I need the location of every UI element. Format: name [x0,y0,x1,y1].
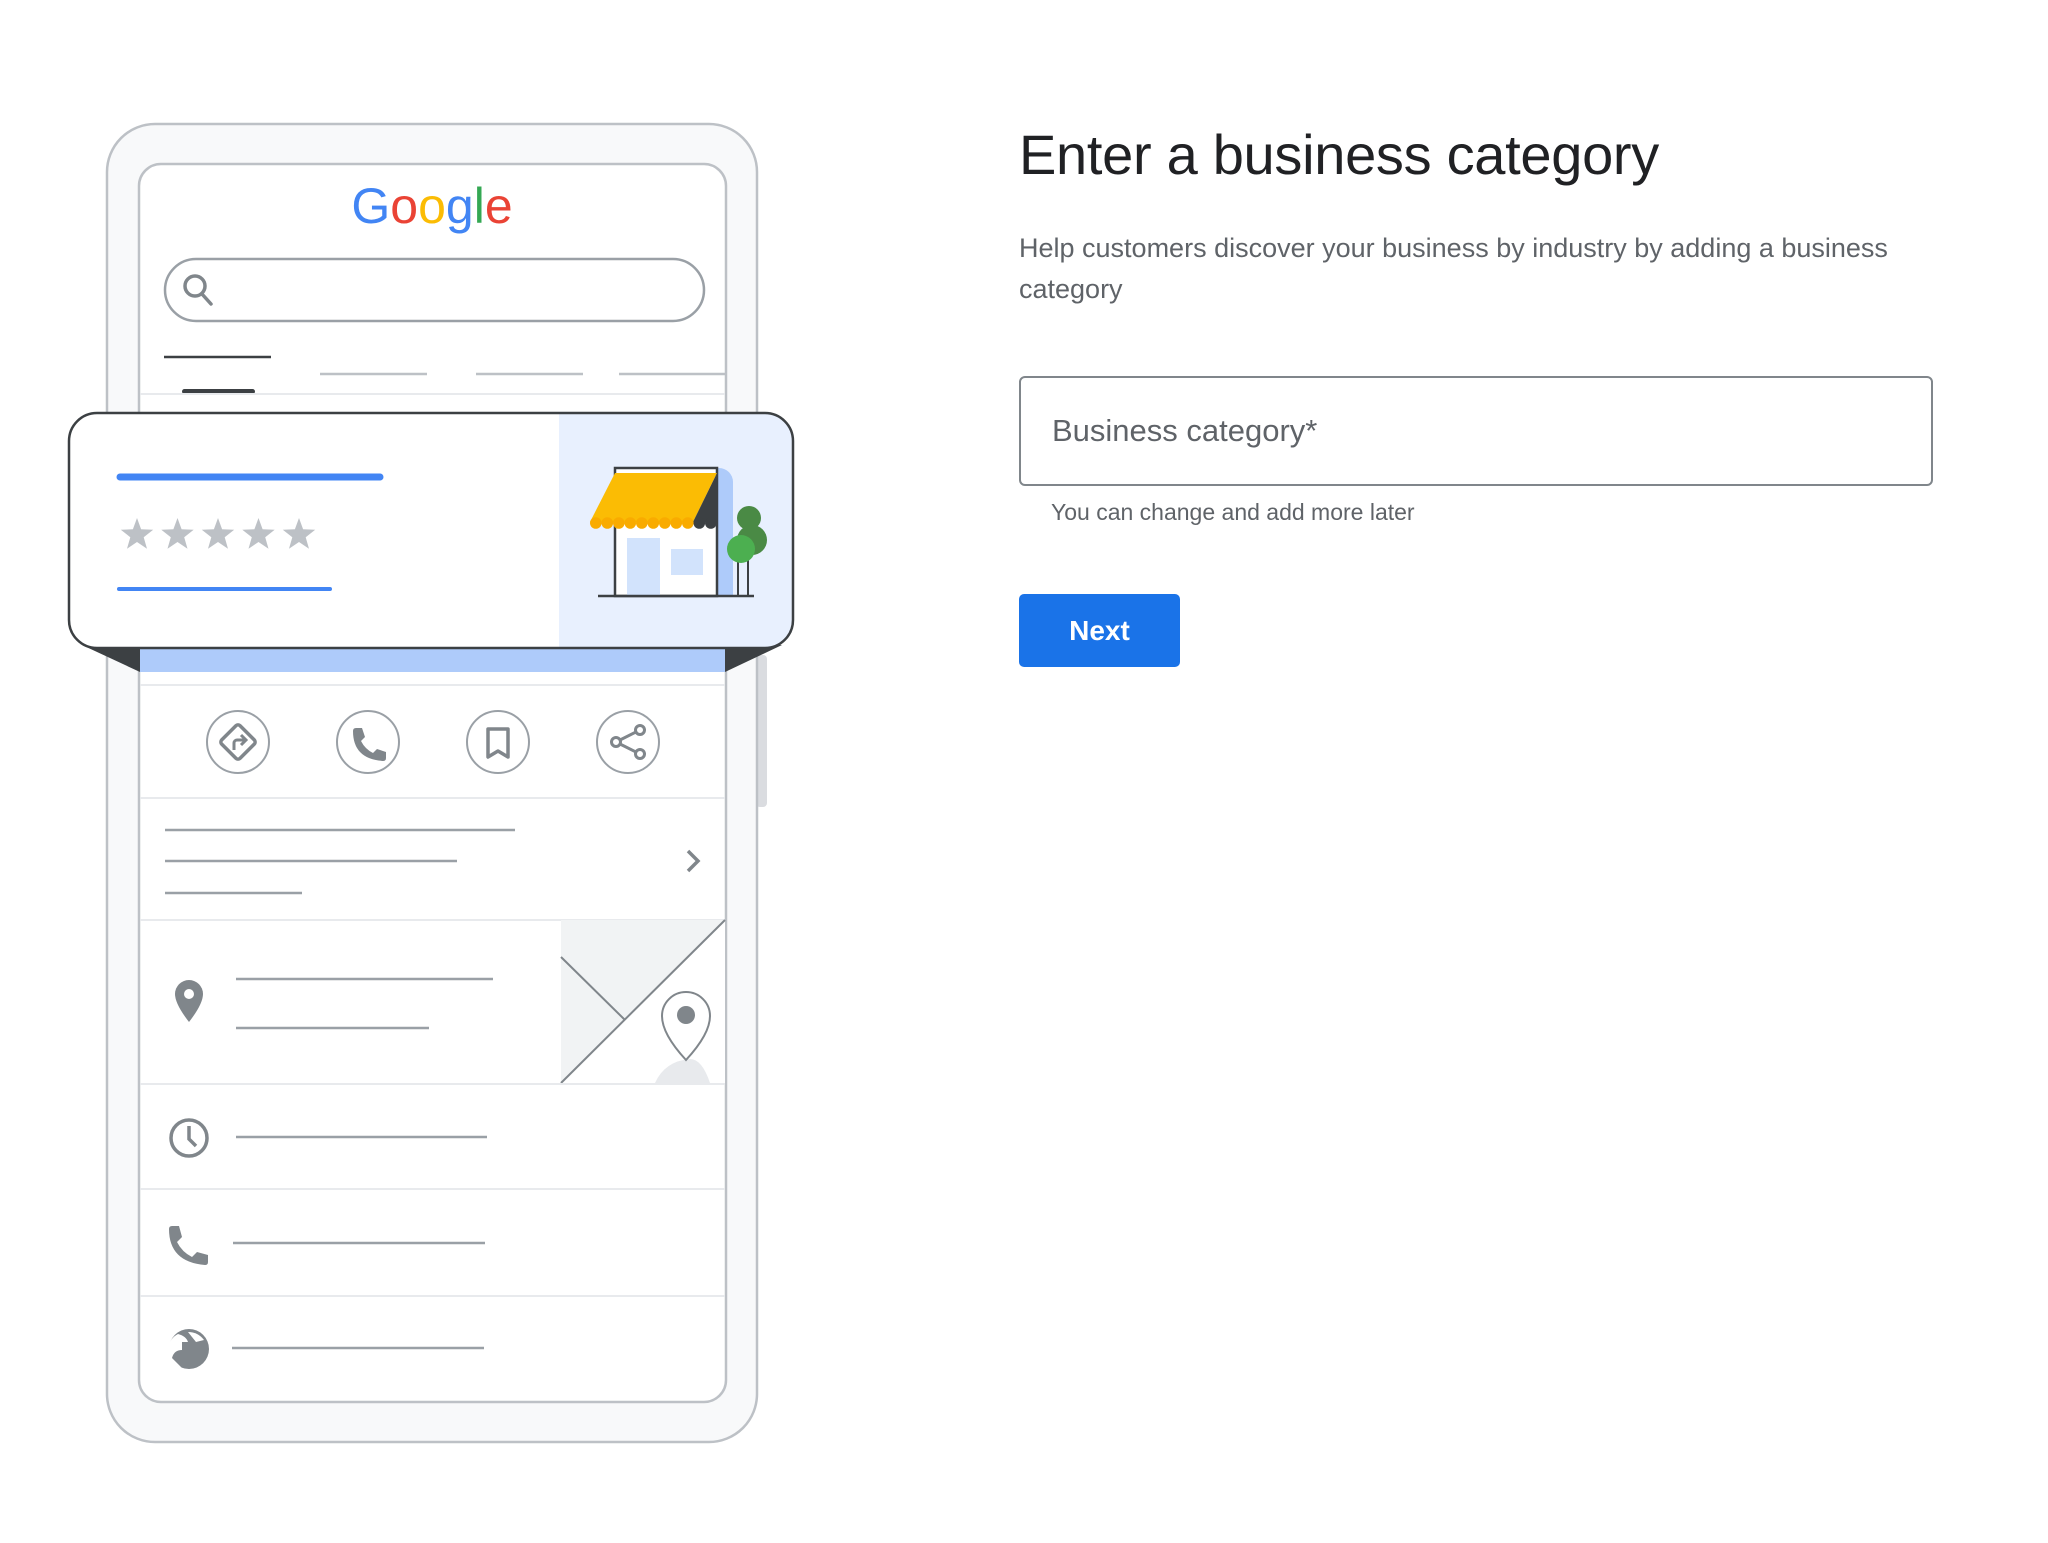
page-description: Help customers discover your business by… [1019,233,1888,304]
map-thumbnail [560,919,726,1084]
phone-icon [336,710,400,774]
awning-scallop [659,517,671,529]
awning-scallop [590,517,602,529]
logo-letter: G [351,178,390,234]
mock-search-bar [163,257,706,323]
business-profile-illustration: Google [67,122,795,1444]
share-icon [596,710,660,774]
page-title: Enter a business category [1019,123,1659,186]
business-category-field[interactable] [1019,376,1933,486]
google-logo: Google [351,178,512,234]
bookmark-icon [466,710,530,774]
awning-scallop [705,517,717,529]
directions-icon [206,710,270,774]
logo-letter: e [485,178,513,234]
logo-letter: o [390,178,418,234]
awning-scallop [636,517,648,529]
awning-scallop [624,517,637,529]
awning-scallop [647,517,660,529]
business-card [67,411,795,650]
awning-scallop [613,517,625,529]
awning-scallop [601,517,614,529]
phone-screen [137,162,728,1404]
awning-scallop [670,517,683,529]
awning-scallop [682,517,694,529]
helper-text: You can change and add more later [1051,499,1415,525]
logo-letter: l [474,178,485,234]
logo-letter: o [418,178,446,234]
next-button[interactable]: Next [1019,594,1180,667]
logo-letter: g [446,178,474,234]
business-category-input[interactable] [1021,378,1931,484]
awning-scallop [693,517,706,529]
